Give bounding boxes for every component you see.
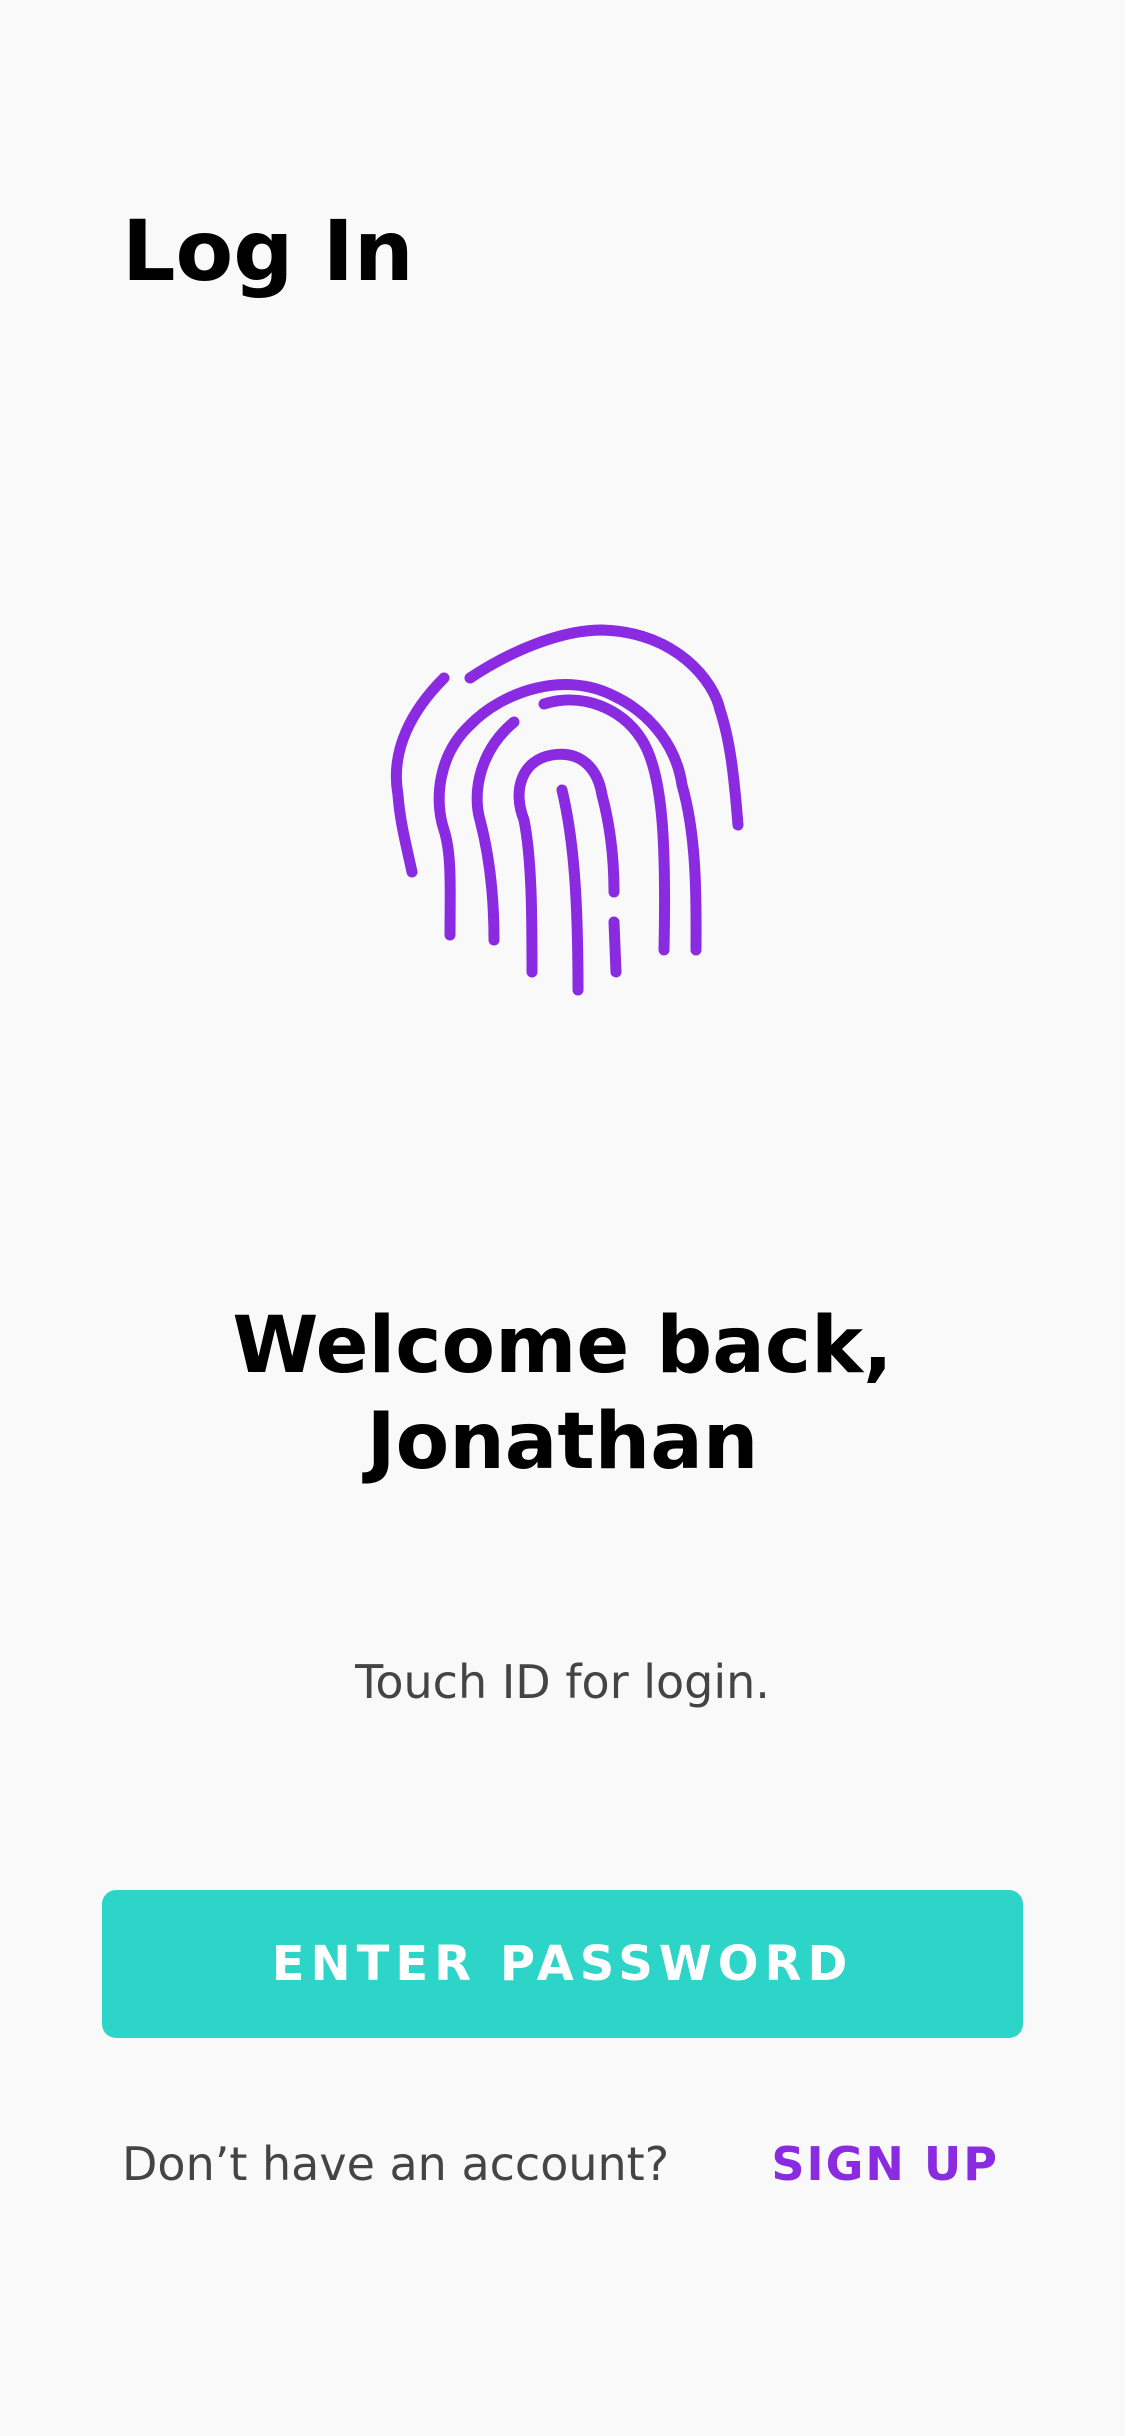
welcome-line-2: Jonathan	[366, 1397, 759, 1487]
login-screen: Log In Welcome back, Jonathan Touch ID f…	[0, 0, 1125, 2436]
welcome-heading: Welcome back, Jonathan	[0, 1298, 1125, 1490]
no-account-prompt: Don’t have an account?	[122, 2137, 670, 2191]
fingerprint-icon[interactable]	[352, 600, 772, 1020]
enter-password-button[interactable]: ENTER PASSWORD	[102, 1890, 1023, 2038]
sign-up-link[interactable]: SIGN UP	[771, 2132, 999, 2196]
welcome-line-1: Welcome back,	[232, 1301, 893, 1391]
page-title: Log In	[122, 202, 414, 300]
touch-id-hint: Touch ID for login.	[355, 1655, 770, 1709]
